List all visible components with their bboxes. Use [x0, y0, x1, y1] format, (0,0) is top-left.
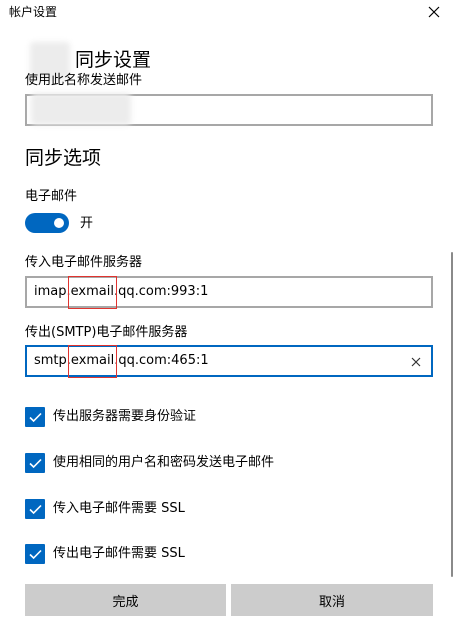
checkmark-icon: [28, 549, 42, 559]
checkmark-icon: [28, 458, 42, 468]
checkbox-box[interactable]: [25, 407, 45, 427]
email-label: 电子邮件: [25, 189, 78, 204]
close-button[interactable]: [418, 0, 450, 24]
clear-button[interactable]: [405, 351, 427, 373]
redacted-send-name: [31, 93, 131, 125]
checkbox-label: 传出服务器需要身份验证: [53, 409, 197, 424]
email-toggle-state: 开: [80, 216, 94, 231]
send-name-label: 使用此名称发送邮件: [25, 73, 143, 88]
title-bar: 帐户设置: [0, 0, 457, 24]
window-title: 帐户设置: [9, 5, 58, 19]
incoming-server-value: imap.exmail.qq.com:993:1: [34, 284, 209, 299]
outgoing-server-input[interactable]: smtp.exmail.qq.com:465:1: [25, 345, 433, 377]
checkmark-icon: [28, 504, 42, 514]
checkmark-icon: [28, 412, 42, 422]
clear-icon: [411, 357, 421, 367]
done-button[interactable]: 完成: [25, 584, 226, 616]
incoming-server-input[interactable]: imap.exmail.qq.com:993:1: [25, 276, 433, 308]
scrollbar[interactable]: [451, 252, 453, 577]
checkbox-label: 使用相同的用户名和密码发送电子邮件: [53, 455, 275, 470]
checkbox-box[interactable]: [25, 499, 45, 519]
sync-settings-header: 同步设置: [75, 49, 152, 71]
checkbox-label: 传出电子邮件需要 SSL: [53, 546, 185, 561]
email-toggle[interactable]: [25, 213, 69, 233]
outgoing-server-value: smtp.exmail.qq.com:465:1: [34, 353, 209, 368]
checkbox-box[interactable]: [25, 544, 45, 564]
checkbox-label: 传入电子邮件需要 SSL: [53, 501, 185, 516]
toggle-knob: [54, 218, 64, 228]
cancel-button[interactable]: 取消: [231, 584, 433, 616]
close-icon: [428, 6, 440, 18]
outgoing-server-label: 传出(SMTP)电子邮件服务器: [25, 325, 188, 340]
sync-options-header: 同步选项: [25, 147, 102, 169]
send-name-input[interactable]: [25, 93, 433, 126]
incoming-server-label: 传入电子邮件服务器: [25, 255, 143, 270]
checkbox-box[interactable]: [25, 453, 45, 473]
